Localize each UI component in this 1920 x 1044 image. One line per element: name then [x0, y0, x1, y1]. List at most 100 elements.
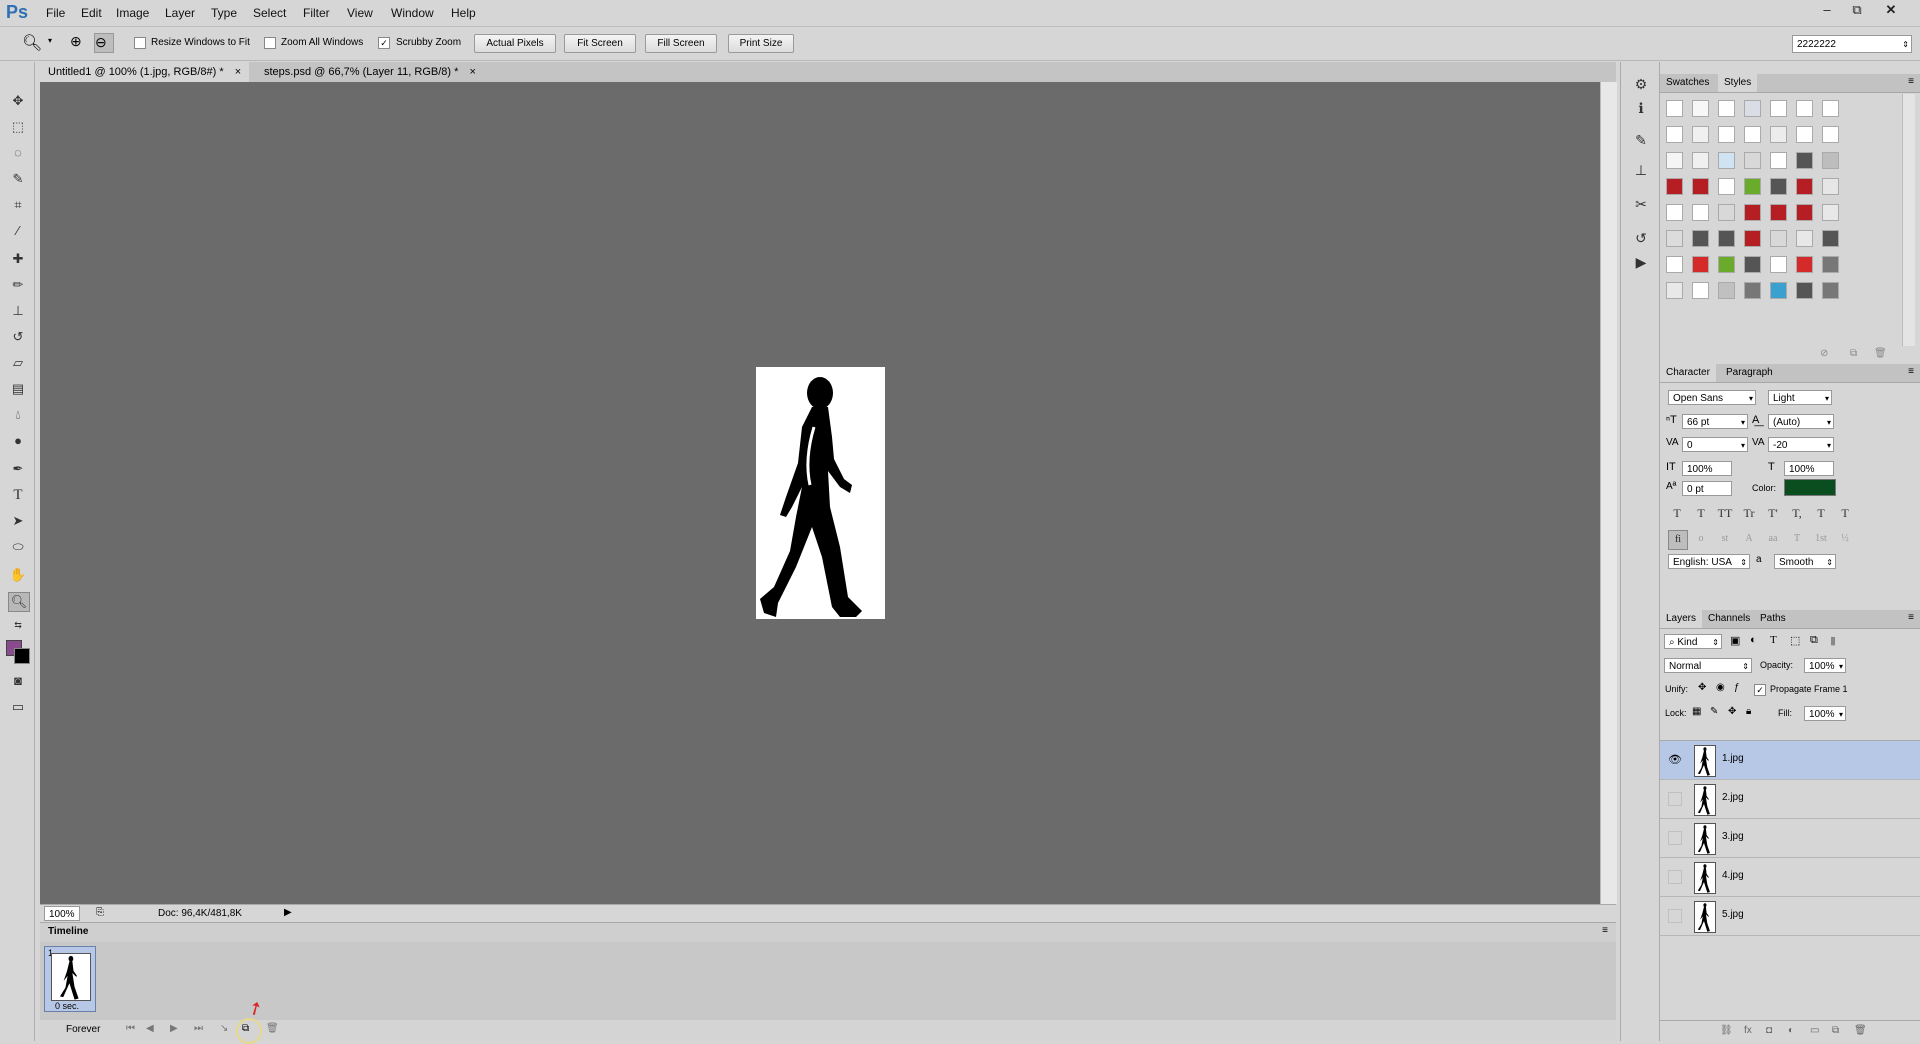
type-tool-icon[interactable]: T	[8, 486, 28, 504]
delete-layer-icon[interactable]: 🗑︎	[1854, 1025, 1867, 1036]
style-swatch[interactable]	[1666, 282, 1683, 299]
menu-image[interactable]: Image	[116, 6, 149, 20]
style-swatch[interactable]	[1770, 100, 1787, 117]
style-swatch[interactable]	[1796, 230, 1813, 247]
type-style-button[interactable]: TT	[1716, 504, 1734, 522]
brush-tool-icon[interactable]: ✏	[8, 276, 28, 294]
chevron-down-icon[interactable]: ▾	[48, 36, 52, 45]
filter-smart-object-icon[interactable]: ⧉	[1810, 634, 1818, 647]
type-style-button[interactable]: T	[1668, 504, 1686, 522]
first-frame-icon[interactable]: ⏮	[126, 1023, 135, 1034]
pen-tool-icon[interactable]: ✒	[8, 460, 28, 478]
prev-frame-icon[interactable]: ◀	[146, 1023, 154, 1034]
quick-mask-icon[interactable]: ◙	[8, 672, 28, 690]
style-swatch[interactable]	[1666, 152, 1683, 169]
zoom-tool-button-icon[interactable]: 🔍︎	[8, 592, 30, 612]
style-swatch[interactable]	[1770, 126, 1787, 143]
menu-layer[interactable]: Layer	[165, 6, 195, 20]
resize-windows-checkbox[interactable]	[134, 37, 146, 49]
zoom-out-icon[interactable]: ⊖	[94, 33, 114, 53]
filter-pixel-icon[interactable]: ▣	[1730, 634, 1740, 647]
new-layer-icon[interactable]: ⧉	[1832, 1025, 1839, 1036]
layer-row[interactable]: 3.jpg	[1660, 819, 1920, 858]
fill-screen-button[interactable]: Fill Screen	[645, 34, 717, 53]
tab-channels[interactable]: Channels	[1702, 610, 1756, 628]
font-family-select[interactable]: Open Sans ▾	[1668, 390, 1756, 405]
opentype-button[interactable]: T	[1788, 530, 1806, 548]
type-style-button[interactable]: T,	[1788, 504, 1806, 522]
lock-transparent-icon[interactable]: ▦	[1692, 706, 1701, 717]
type-style-button[interactable]: Tr	[1740, 504, 1758, 522]
panel-menu-icon[interactable]: ≡	[1908, 366, 1914, 377]
style-swatch[interactable]	[1796, 100, 1813, 117]
frame-delay[interactable]: 0 sec.	[55, 1001, 79, 1011]
adjustments-icon[interactable]: ⚙	[1631, 76, 1651, 96]
screen-mode-icon[interactable]: ▭	[8, 698, 28, 716]
style-swatch[interactable]	[1770, 230, 1787, 247]
propagate-checkbox[interactable]: ✓	[1754, 684, 1766, 696]
move-tool-icon[interactable]: ✥	[8, 92, 28, 110]
quick-select-tool-icon[interactable]: ✎	[8, 170, 28, 188]
zoom-all-checkbox[interactable]	[264, 37, 276, 49]
filter-adjustment-icon[interactable]: ◐	[1750, 634, 1757, 646]
visibility-toggle[interactable]	[1668, 870, 1682, 884]
restore-button[interactable]: ⧉	[1846, 2, 1868, 18]
style-swatch[interactable]	[1770, 178, 1787, 195]
menu-select[interactable]: Select	[253, 6, 286, 20]
layer-row[interactable]: 5.jpg	[1660, 897, 1920, 936]
style-swatch[interactable]	[1796, 282, 1813, 299]
menu-file[interactable]: File	[46, 6, 65, 20]
blur-tool-icon[interactable]: 💧︎	[8, 406, 28, 424]
type-style-button[interactable]: T	[1692, 504, 1710, 522]
blend-mode-select[interactable]: Normal ⇕	[1664, 658, 1752, 673]
style-swatch[interactable]	[1744, 178, 1761, 195]
zoom-in-icon[interactable]: ⊕	[70, 33, 88, 51]
layer-row[interactable]: 2.jpg	[1660, 780, 1920, 819]
style-swatch[interactable]	[1770, 152, 1787, 169]
menu-type[interactable]: Type	[211, 6, 237, 20]
font-style-select[interactable]: Light ▾	[1768, 390, 1832, 405]
layer-row[interactable]: 4.jpg	[1660, 858, 1920, 897]
panel-menu-icon[interactable]: ≡	[1908, 76, 1914, 87]
style-swatch[interactable]	[1822, 282, 1839, 299]
trash-icon[interactable]: 🗑︎	[266, 1023, 279, 1034]
tool-presets-icon[interactable]: ✂	[1631, 196, 1651, 216]
style-swatch[interactable]	[1692, 126, 1709, 143]
hand-tool-icon[interactable]: ✋	[8, 566, 28, 584]
visibility-toggle[interactable]	[1668, 831, 1682, 845]
close-button[interactable]: ✕	[1880, 2, 1902, 18]
next-frame-icon[interactable]: ⏭	[194, 1023, 203, 1034]
panel-menu-icon[interactable]: ≡	[1602, 925, 1608, 936]
horizontal-scale-field[interactable]: 100%	[1784, 461, 1834, 476]
tab-untitled1[interactable]: Untitled1 @ 100% (1.jpg, RGB/8#) * ×	[40, 62, 250, 82]
lock-all-icon[interactable]: 🔒︎	[1746, 706, 1751, 717]
anti-alias-select[interactable]: Smooth ⇕	[1774, 554, 1836, 569]
status-menu-arrow-icon[interactable]: ▶	[284, 907, 292, 918]
style-swatch[interactable]	[1692, 204, 1709, 221]
style-swatch[interactable]	[1692, 178, 1709, 195]
style-swatch[interactable]	[1796, 204, 1813, 221]
style-swatch[interactable]	[1770, 282, 1787, 299]
fx-icon[interactable]: fx	[1744, 1025, 1752, 1036]
add-mask-icon[interactable]: ◘	[1766, 1025, 1772, 1036]
style-swatch[interactable]	[1822, 204, 1839, 221]
style-swatch[interactable]	[1770, 204, 1787, 221]
style-swatch[interactable]	[1692, 256, 1709, 273]
eyedropper-tool-icon[interactable]: ⁄	[8, 222, 28, 240]
style-swatch[interactable]	[1796, 152, 1813, 169]
style-swatch[interactable]	[1692, 282, 1709, 299]
tab-character[interactable]: Character	[1660, 364, 1716, 382]
style-swatch[interactable]	[1770, 256, 1787, 273]
panel-menu-icon[interactable]: ≡	[1908, 612, 1914, 623]
print-size-button[interactable]: Print Size	[728, 34, 794, 53]
path-select-icon[interactable]: ➤	[8, 512, 28, 530]
styles-scrollbar[interactable]	[1902, 94, 1915, 346]
style-swatch[interactable]	[1822, 100, 1839, 117]
style-swatch[interactable]	[1796, 256, 1813, 273]
opentype-button[interactable]: 1st	[1812, 530, 1830, 548]
delete-style-icon[interactable]: 🗑︎	[1874, 348, 1887, 359]
zoom-tool-icon[interactable]: 🔍︎	[22, 33, 42, 53]
style-swatch[interactable]	[1666, 256, 1683, 273]
menu-view[interactable]: View	[347, 6, 373, 20]
tween-icon[interactable]: ↘	[220, 1023, 228, 1034]
